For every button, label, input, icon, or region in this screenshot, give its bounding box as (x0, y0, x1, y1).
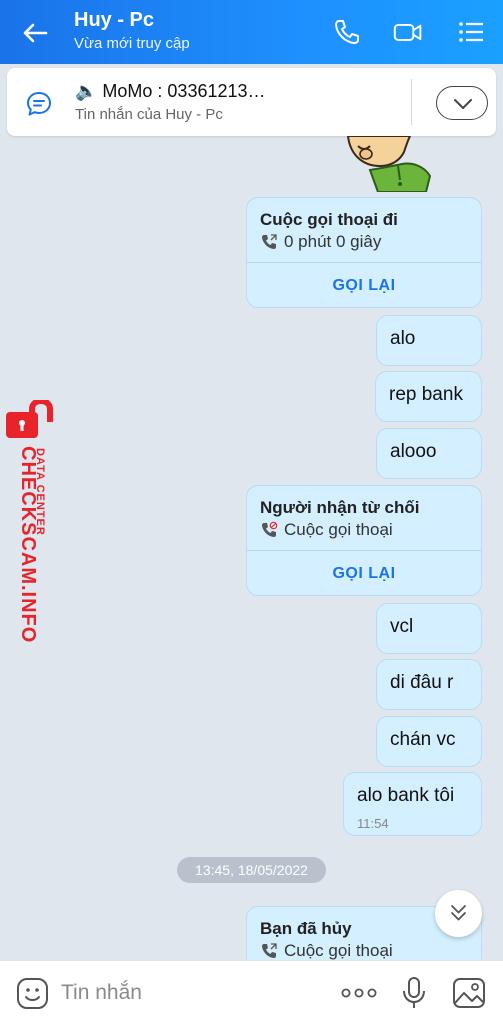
message-bubble[interactable]: alo (376, 315, 482, 366)
call-detail: 0 phút 0 giây (284, 232, 382, 251)
message-text: alo (390, 328, 416, 349)
message-input[interactable]: Tin nhắn (61, 981, 142, 1005)
video-call-icon[interactable] (393, 17, 423, 47)
chevron-down-icon (454, 99, 472, 109)
message-bubble[interactable]: alo bank tôi 11:54 (343, 772, 482, 836)
call-title: Cuộc gọi thoại đi (260, 210, 398, 229)
watermark-sub-text: DATA CENTER (34, 448, 46, 536)
phone-icon (262, 943, 277, 958)
message-text: alooo (390, 441, 437, 462)
declined-call-icon (262, 521, 278, 537)
call-title: Người nhận từ chối (260, 498, 420, 517)
call-title: Bạn đã hủy (260, 919, 352, 938)
message-text: rep bank (389, 384, 463, 405)
message-text: vcl (390, 616, 414, 637)
more-options-icon[interactable] (340, 984, 378, 1002)
call-back-button[interactable]: GỌI LẠI (247, 551, 481, 595)
phone-icon[interactable] (332, 17, 362, 47)
back-arrow-icon[interactable] (20, 18, 50, 48)
expand-pinned-button[interactable] (436, 86, 488, 120)
sticker-image[interactable] (340, 136, 436, 192)
microphone-icon[interactable] (400, 976, 428, 1010)
call-card: Cuộc gọi thoại đi 0 phút 0 giây GỌI LẠI (246, 197, 482, 308)
message-bubble[interactable]: chán vc (376, 716, 482, 767)
message-time: 11:54 (357, 816, 389, 831)
message-input-bar: Tin nhắn (0, 960, 503, 1024)
divider (411, 79, 412, 125)
pinned-message[interactable]: 🔈 MoMo : 03361213… Tin nhắn của Huy - Pc (7, 68, 496, 136)
call-detail: Cuộc gọi thoại (284, 520, 393, 539)
sticker-emoji-icon[interactable] (16, 977, 49, 1010)
menu-list-icon[interactable] (456, 17, 486, 47)
lock-icon (6, 400, 53, 438)
image-gallery-icon[interactable] (452, 977, 486, 1009)
message-text: alo bank tôi (357, 785, 455, 806)
scroll-to-bottom-button[interactable] (435, 890, 482, 937)
contact-status: Vừa mới truy cập (74, 35, 190, 52)
double-chevron-down-icon (451, 905, 466, 921)
pinned-title: 🔈 MoMo : 03361213… (75, 81, 266, 101)
watermark: CHECKSCAM.INFO DATA CENTER (2, 400, 62, 645)
chat-header: Huy - Pc Vừa mới truy cập (0, 0, 503, 64)
call-card: Người nhận từ chối Cuộc gọi thoại GỌI LẠ… (246, 485, 482, 596)
date-separator: 13:45, 18/05/2022 (177, 857, 326, 883)
message-bubble[interactable]: alooo (376, 428, 482, 479)
message-bubble[interactable]: rep bank (375, 371, 482, 422)
message-bubble[interactable]: di đâu r (376, 659, 482, 710)
outgoing-call-icon (262, 234, 277, 249)
pinned-subtitle: Tin nhắn của Huy - Pc (75, 106, 223, 123)
chat-bubble-icon (27, 92, 51, 116)
message-text: chán vc (390, 729, 456, 750)
call-detail: Cuộc gọi thoại (284, 941, 393, 960)
call-back-button[interactable]: GỌI LẠI (247, 263, 481, 307)
message-text: di đâu r (390, 672, 454, 693)
message-bubble[interactable]: vcl (376, 603, 482, 654)
contact-name[interactable]: Huy - Pc (74, 9, 154, 32)
